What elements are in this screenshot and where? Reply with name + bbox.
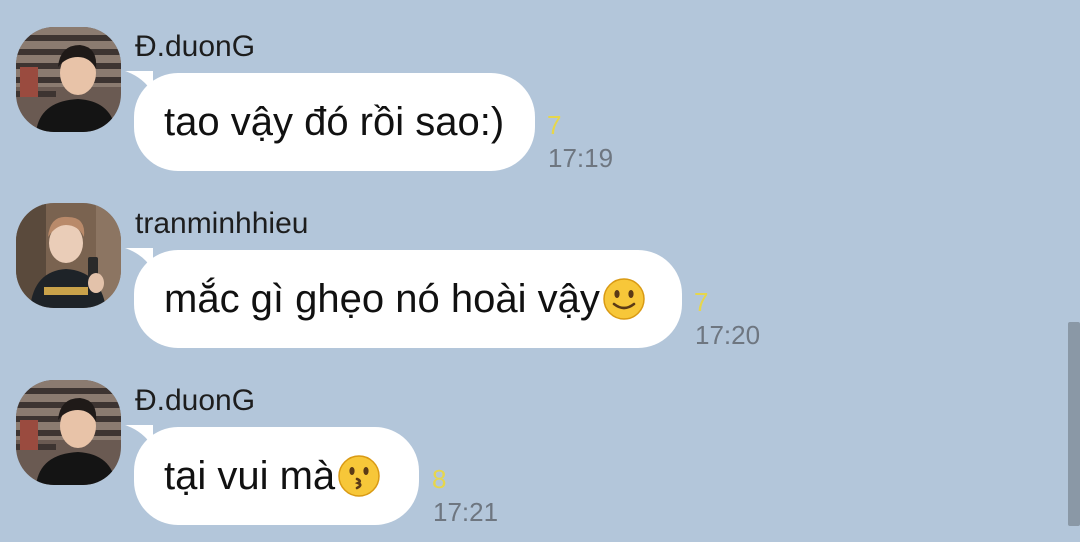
message-bubble[interactable]: tao vậy đó rồi sao:) bbox=[125, 71, 535, 171]
scrollbar[interactable] bbox=[1068, 322, 1080, 526]
timestamp: 17:20 bbox=[695, 320, 761, 350]
sender-name: Đ.duonG bbox=[135, 384, 256, 417]
avatar[interactable] bbox=[16, 203, 121, 308]
message-bubble[interactable]: mắc gì ghẹo nó hoài vậy bbox=[125, 248, 682, 348]
message-text: mắc gì ghẹo nó hoài vậy bbox=[164, 276, 600, 321]
slightly-smiling-face-emoji-icon bbox=[603, 278, 645, 320]
bubble-tail-icon bbox=[125, 71, 153, 93]
sender-name: Đ.duonG bbox=[135, 30, 256, 63]
bubble-tail-icon bbox=[125, 248, 153, 270]
read-count: 7 bbox=[694, 287, 709, 317]
avatar-man-dark-shirt-icon bbox=[16, 380, 121, 485]
message-bubble[interactable]: tại vui mà bbox=[125, 425, 419, 525]
timestamp: 17:19 bbox=[548, 143, 614, 173]
avatar-man-selfie-icon bbox=[16, 203, 121, 308]
kissing-face-emoji-icon bbox=[338, 455, 380, 497]
timestamp: 17:21 bbox=[433, 497, 499, 527]
read-count: 7 bbox=[547, 110, 562, 140]
avatar[interactable] bbox=[16, 380, 121, 485]
avatar-man-dark-shirt-icon bbox=[16, 27, 121, 132]
bubble-tail-icon bbox=[125, 425, 153, 447]
read-count: 8 bbox=[432, 464, 447, 494]
avatar[interactable] bbox=[16, 27, 121, 132]
sender-name: tranminhhieu bbox=[135, 207, 309, 240]
message-text: tại vui mà bbox=[164, 453, 336, 498]
message-text: tao vậy đó rồi sao:) bbox=[164, 99, 505, 144]
